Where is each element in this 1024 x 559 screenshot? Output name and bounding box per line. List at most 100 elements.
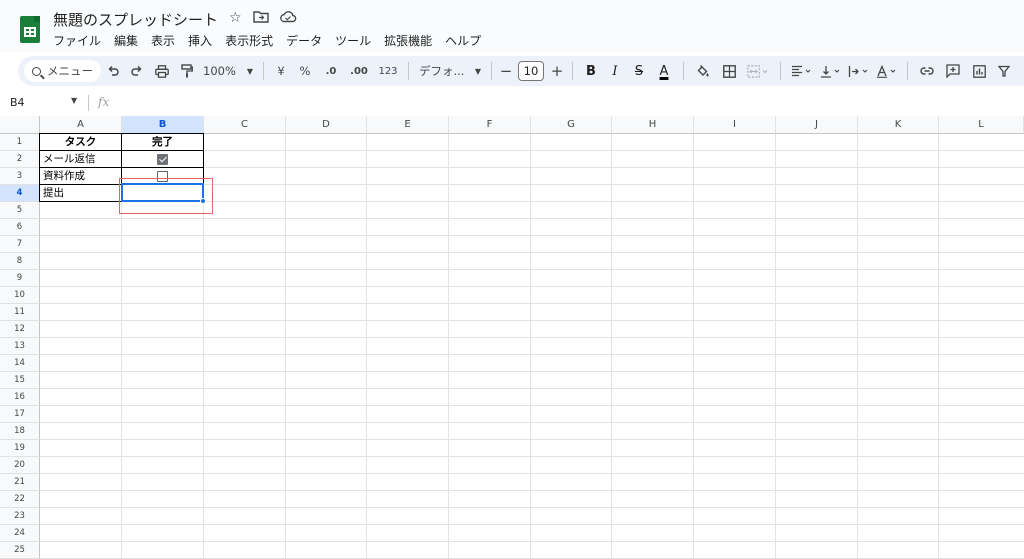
spreadsheet-grid[interactable]: A B C D E F G H I J K L 1 2 3 4 5 6 7 8 9 10 11 12 13 14 15 16 17 18 1…	[0, 116, 1024, 559]
chevron-down-icon: ▼	[246, 66, 253, 76]
grid-row-line	[40, 388, 1024, 389]
print-icon[interactable]	[149, 59, 175, 83]
column-header-l[interactable]: L	[939, 116, 1024, 134]
column-header-f[interactable]: F	[449, 116, 531, 134]
column-header-i[interactable]: I	[694, 116, 776, 134]
row-header-12[interactable]: 12	[0, 321, 40, 338]
name-box[interactable]: B4	[10, 96, 25, 109]
cell-a1-task-header[interactable]: タスク	[40, 134, 121, 151]
checkbox-icon[interactable]	[157, 154, 168, 165]
paint-format-icon[interactable]	[175, 59, 199, 83]
star-icon[interactable]: ☆	[229, 10, 242, 26]
font-size-input[interactable]: 10	[514, 59, 548, 83]
grid-row-line	[40, 337, 1024, 338]
menu-tools[interactable]: ツール	[335, 32, 378, 49]
increase-font-size-icon[interactable]: +	[548, 59, 566, 83]
grid-column-line	[448, 134, 449, 559]
row-header-6[interactable]: 6	[0, 219, 40, 236]
increase-decimal-button[interactable]: .00	[344, 59, 374, 83]
bold-button[interactable]: B	[579, 59, 603, 83]
strikethrough-button[interactable]: S	[627, 59, 651, 83]
row-header-15[interactable]: 15	[0, 372, 40, 389]
cell-a4-task-name[interactable]: 提出	[40, 185, 121, 202]
row-header-22[interactable]: 22	[0, 491, 40, 508]
vertical-align-icon[interactable]	[817, 59, 845, 83]
percent-format-button[interactable]: %	[292, 59, 318, 83]
cloud-status-icon[interactable]	[279, 10, 297, 27]
row-header-14[interactable]: 14	[0, 355, 40, 372]
row-header-4[interactable]: 4	[0, 185, 40, 202]
row-header-17[interactable]: 17	[0, 406, 40, 423]
text-wrapping-icon[interactable]	[845, 59, 873, 83]
menu-file[interactable]: ファイル	[53, 32, 108, 49]
text-color-button[interactable]: A	[651, 59, 677, 83]
column-header-a[interactable]: A	[40, 116, 122, 134]
row-header-2[interactable]: 2	[0, 151, 40, 168]
column-header-c[interactable]: C	[204, 116, 286, 134]
row-header-7[interactable]: 7	[0, 236, 40, 253]
font-family-select[interactable]: デフォ... ▼	[415, 59, 485, 83]
undo-icon[interactable]	[101, 59, 125, 83]
toolbar-divider	[780, 62, 781, 80]
menu-data[interactable]: データ	[286, 32, 329, 49]
row-header-24[interactable]: 24	[0, 525, 40, 542]
number-format-button[interactable]: 123	[374, 59, 402, 83]
sheets-logo-icon[interactable]	[20, 16, 40, 43]
column-header-g[interactable]: G	[531, 116, 612, 134]
row-header-3[interactable]: 3	[0, 168, 40, 185]
row-header-11[interactable]: 11	[0, 304, 40, 321]
column-header-b[interactable]: B	[122, 116, 204, 134]
currency-format-button[interactable]: ¥	[270, 59, 292, 83]
row-header-5[interactable]: 5	[0, 202, 40, 219]
row-header-19[interactable]: 19	[0, 440, 40, 457]
borders-icon[interactable]	[716, 59, 742, 83]
cell-a2-task-name[interactable]: メール返信	[40, 151, 121, 168]
menu-help[interactable]: ヘルプ	[445, 32, 488, 49]
row-header-18[interactable]: 18	[0, 423, 40, 440]
row-header-1[interactable]: 1	[0, 134, 40, 151]
row-header-21[interactable]: 21	[0, 474, 40, 491]
chevron-down-icon[interactable]: ▼	[71, 96, 77, 105]
menu-insert[interactable]: 挿入	[188, 32, 219, 49]
column-header-h[interactable]: H	[612, 116, 694, 134]
zoom-select[interactable]: 100% ▼	[199, 59, 257, 83]
column-header-j[interactable]: J	[776, 116, 858, 134]
menu-view[interactable]: 表示	[151, 32, 182, 49]
select-all-corner[interactable]	[0, 116, 40, 134]
insert-link-icon[interactable]	[914, 59, 940, 83]
grid-column-line	[530, 134, 531, 559]
row-header-16[interactable]: 16	[0, 389, 40, 406]
redo-icon[interactable]	[125, 59, 149, 83]
row-header-8[interactable]: 8	[0, 253, 40, 270]
row-header-9[interactable]: 9	[0, 270, 40, 287]
column-header-k[interactable]: K	[858, 116, 939, 134]
italic-button[interactable]: I	[603, 59, 627, 83]
column-header-e[interactable]: E	[367, 116, 449, 134]
toolbar-divider	[683, 62, 684, 80]
menu-format[interactable]: 表示形式	[225, 32, 280, 49]
cell-a3-task-name[interactable]: 資料作成	[40, 168, 121, 185]
merge-cells-icon[interactable]	[742, 59, 774, 83]
menu-edit[interactable]: 編集	[114, 32, 145, 49]
horizontal-align-icon[interactable]	[787, 59, 817, 83]
fill-color-icon[interactable]	[690, 59, 716, 83]
row-header-13[interactable]: 13	[0, 338, 40, 355]
decrease-decimal-button[interactable]: .0	[318, 59, 344, 83]
move-folder-icon[interactable]	[253, 10, 269, 27]
create-filter-icon[interactable]	[992, 59, 1016, 83]
text-rotation-icon[interactable]	[873, 59, 901, 83]
column-header-d[interactable]: D	[286, 116, 367, 134]
document-title[interactable]: 無題のスプレッドシート	[53, 9, 218, 30]
grid-row-line	[40, 507, 1024, 508]
row-header-10[interactable]: 10	[0, 287, 40, 304]
insert-comment-icon[interactable]	[940, 59, 966, 83]
insert-chart-icon[interactable]	[966, 59, 992, 83]
cell-b1-done-header[interactable]: 完了	[122, 134, 203, 151]
row-header-23[interactable]: 23	[0, 508, 40, 525]
row-header-20[interactable]: 20	[0, 457, 40, 474]
row-header-25[interactable]: 25	[0, 542, 40, 559]
menu-search-box[interactable]: メニュー	[24, 60, 101, 82]
menu-extensions[interactable]: 拡張機能	[384, 32, 439, 49]
decrease-font-size-icon[interactable]: −	[498, 59, 514, 83]
grid-column-line	[366, 134, 367, 559]
